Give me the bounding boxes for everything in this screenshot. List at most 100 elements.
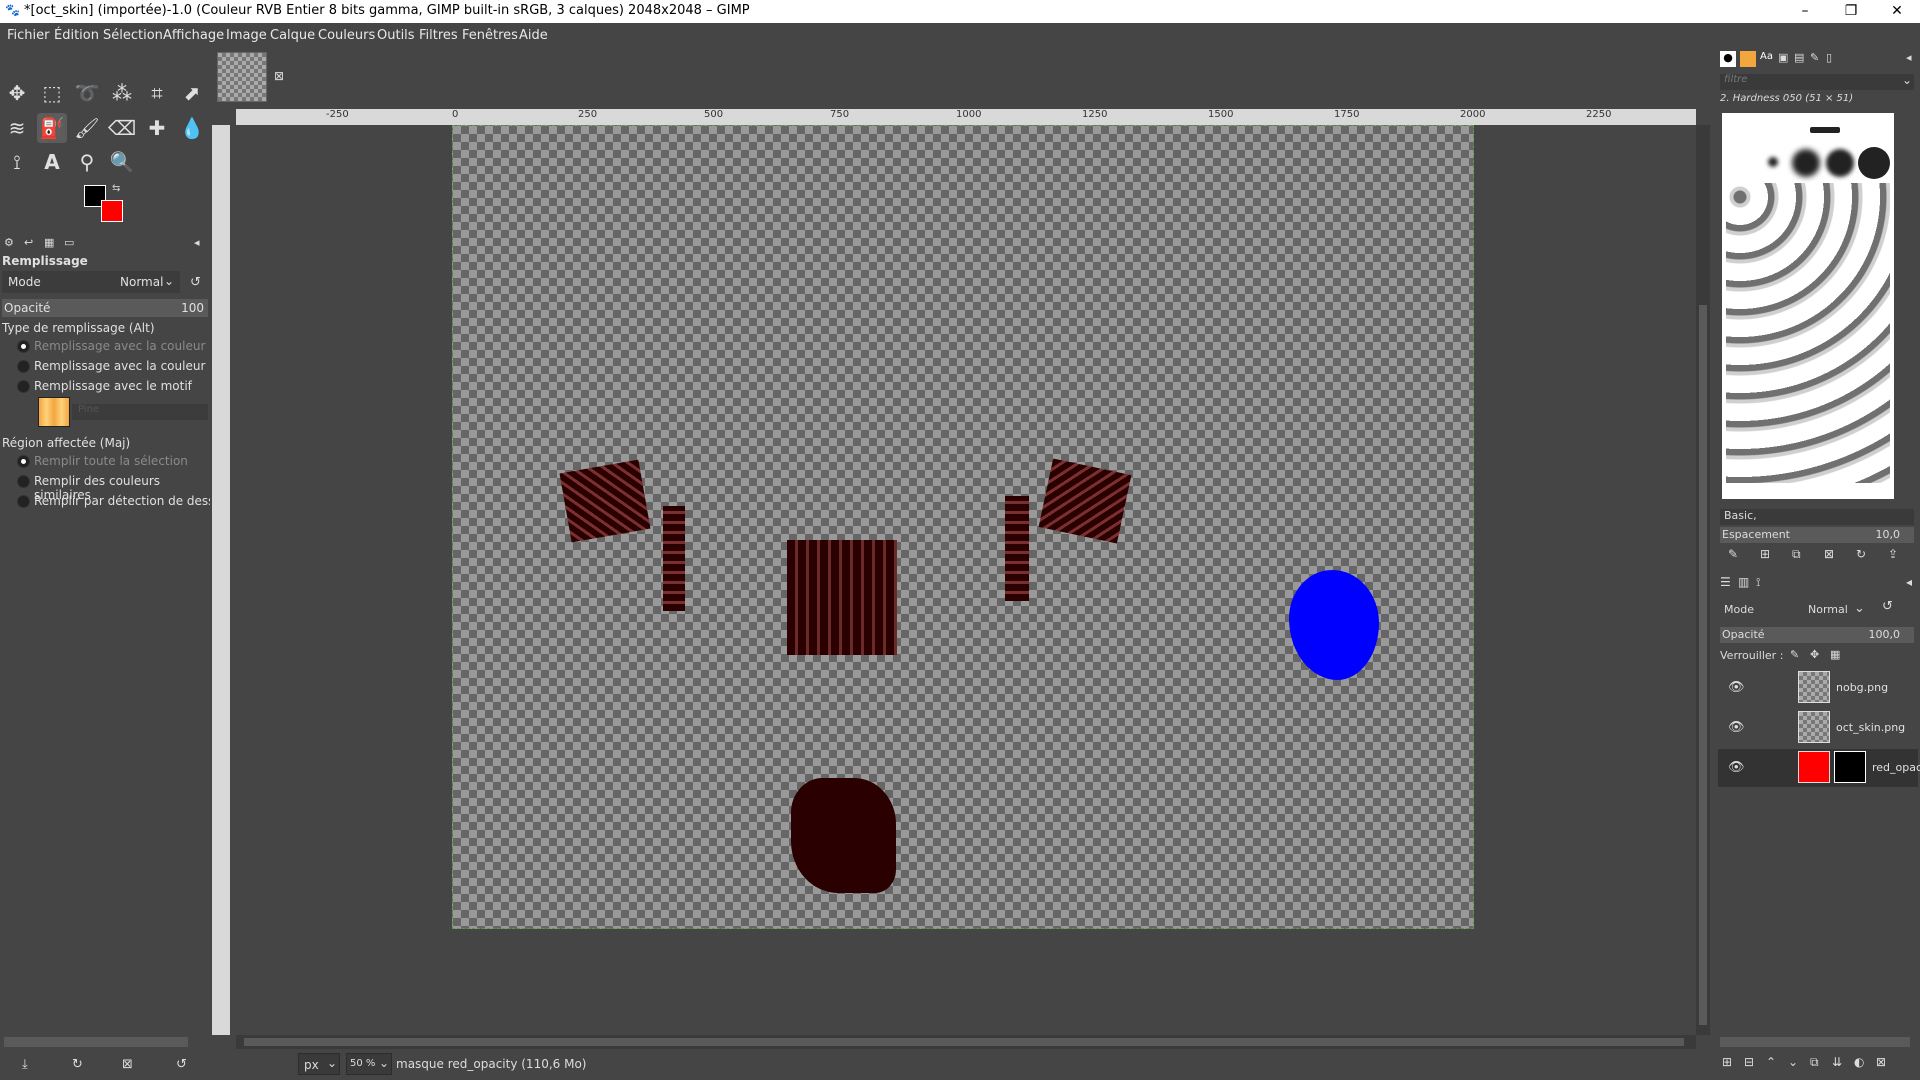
horizontal-scrollbar[interactable] <box>236 1035 1696 1049</box>
pattern-thumbnail[interactable] <box>38 397 70 427</box>
gradients-tab-icon[interactable]: ▯ <box>1826 51 1832 64</box>
open-brush-folder-icon[interactable]: ⇪ <box>1888 547 1898 561</box>
delete-brush-icon[interactable]: ⊠ <box>1824 547 1834 561</box>
brush-item[interactable] <box>1768 157 1778 167</box>
zoom-tool-icon[interactable]: 🔍 <box>107 147 137 177</box>
lock-position-icon[interactable]: ✥ <box>1810 648 1819 661</box>
lasso-tool-icon[interactable]: ➰ <box>72 78 102 108</box>
brush-filter-input[interactable]: filtre <box>1720 74 1914 90</box>
warp-tool-icon[interactable]: ≋ <box>2 113 32 143</box>
new-layer-icon[interactable]: ⊞ <box>1722 1055 1732 1069</box>
pattern-name-field[interactable]: Pine <box>72 404 208 420</box>
channels-tab-icon[interactable]: ▥ <box>1738 575 1749 589</box>
add-mask-icon[interactable]: ◐ <box>1854 1055 1864 1069</box>
restore-preset-icon[interactable]: ↻ <box>72 1057 83 1072</box>
toolbox-scrollbar[interactable] <box>4 1037 188 1047</box>
brush-item-selected[interactable] <box>1792 149 1820 177</box>
brush-grid[interactable] <box>1722 113 1894 499</box>
vertical-scrollbar[interactable] <box>1696 125 1710 1035</box>
fonts-tab-icon[interactable]: Aa <box>1760 51 1776 67</box>
new-group-icon[interactable]: ⊟ <box>1744 1055 1754 1069</box>
text-tool-icon[interactable]: A <box>37 147 67 177</box>
opacity-slider[interactable]: Opacité 100 <box>2 299 208 317</box>
merge-layer-icon[interactable]: ⇊ <box>1832 1055 1842 1069</box>
new-brush-icon[interactable]: ⊞ <box>1760 547 1770 561</box>
maximize-button[interactable]: ❐ <box>1828 0 1874 23</box>
menu-fenetres[interactable]: Fenêtres <box>462 28 518 43</box>
menu-filtres[interactable]: Filtres <box>419 28 458 43</box>
zoom-select[interactable]: 50 % ⌄ <box>346 1053 392 1075</box>
delete-preset-icon[interactable]: ⊠ <box>122 1057 133 1072</box>
reset-mode-icon[interactable]: ↺ <box>190 275 201 290</box>
image-canvas[interactable] <box>452 125 1474 929</box>
layer-opacity-slider[interactable]: Opacité 100,0 <box>1720 627 1914 643</box>
region-lineart-radio[interactable] <box>17 495 30 508</box>
fill-bg-radio[interactable] <box>17 360 30 373</box>
menu-edition[interactable]: Édition <box>54 28 99 43</box>
menu-outils[interactable]: Outils <box>377 28 415 43</box>
layer-mask-thumbnail[interactable] <box>1834 751 1866 783</box>
delete-layer-icon[interactable]: ⊠ <box>1876 1055 1886 1069</box>
tool-options-tab-icon[interactable]: ⚙ <box>4 236 14 249</box>
duplicate-brush-icon[interactable]: ⧉ <box>1792 547 1801 562</box>
paint-dynamics-tab-icon[interactable]: ✎ <box>1810 51 1819 64</box>
region-similar-radio[interactable] <box>17 475 30 488</box>
paintbrush-tool-icon[interactable]: 🖌 <box>72 113 102 143</box>
brush-item[interactable] <box>1826 149 1854 177</box>
refresh-brushes-icon[interactable]: ↻ <box>1856 547 1866 561</box>
reset-options-icon[interactable]: ↺ <box>176 1057 187 1072</box>
images-tab-icon[interactable]: ▦ <box>44 236 54 249</box>
brush-item[interactable] <box>1810 127 1840 133</box>
transform-tool-icon[interactable]: ⬈ <box>177 78 207 108</box>
duplicate-layer-icon[interactable]: ⧉ <box>1810 1055 1819 1070</box>
menu-calque[interactable]: Calque <box>270 28 315 43</box>
layer-row[interactable]: 👁 oct_skin.png <box>1718 709 1918 747</box>
menu-aide[interactable]: Aide <box>519 28 548 43</box>
menu-affichage[interactable]: Affichage <box>163 28 224 43</box>
close-tab-icon[interactable]: ⊠ <box>274 69 284 83</box>
close-button[interactable]: ✕ <box>1874 0 1920 23</box>
layers-tab-icon[interactable]: ☰ <box>1720 575 1731 589</box>
eye-icon[interactable]: 👁 <box>1728 720 1745 735</box>
raise-layer-icon[interactable]: ⌃ <box>1766 1055 1776 1069</box>
spacing-slider[interactable]: Espacement 10,0 <box>1720 527 1914 543</box>
brush-tag-input[interactable]: Basic, <box>1720 509 1914 525</box>
fill-pattern-radio[interactable] <box>17 380 30 393</box>
undo-history-tab-icon[interactable]: ↩ <box>24 236 33 249</box>
fill-fg-radio[interactable] <box>17 340 30 353</box>
chevron-down-icon[interactable]: ⌄ <box>1902 73 1912 87</box>
bucket-fill-tool-icon[interactable]: ⛽ <box>37 113 67 143</box>
lock-pixels-icon[interactable]: ✎ <box>1790 648 1799 661</box>
image-tab-thumbnail[interactable] <box>217 52 267 102</box>
color-picker-tool-icon[interactable]: ⚲ <box>72 147 102 177</box>
paths-tab-icon[interactable]: ⟟ <box>1756 575 1760 590</box>
swap-colors-icon[interactable]: ⇆ <box>112 183 120 194</box>
menu-image[interactable]: Image <box>226 28 267 43</box>
patterns-tab-icon[interactable] <box>1740 51 1756 67</box>
eraser-tool-icon[interactable]: ⌫ <box>107 113 137 143</box>
device-status-tab-icon[interactable]: ▭ <box>64 236 74 249</box>
reset-layer-mode-icon[interactable]: ↺ <box>1882 599 1893 614</box>
background-color-swatch[interactable] <box>101 200 123 222</box>
crop-tool-icon[interactable]: ⌗ <box>142 78 172 108</box>
brush-item[interactable] <box>1858 147 1890 179</box>
menu-couleurs[interactable]: Couleurs <box>318 28 375 43</box>
horizontal-scroll-thumb[interactable] <box>244 1038 1684 1046</box>
layers-scrollbar[interactable] <box>1720 1037 1910 1047</box>
eye-icon[interactable]: 👁 <box>1728 760 1745 775</box>
eye-icon[interactable]: 👁 <box>1728 680 1745 695</box>
lock-alpha-icon[interactable]: ▦ <box>1830 648 1840 661</box>
paths-tool-icon[interactable]: ⟟ <box>2 147 32 177</box>
panel-menu-icon[interactable]: ◂ <box>1906 51 1912 64</box>
save-preset-icon[interactable]: ⤓ <box>22 1057 28 1072</box>
edit-brush-icon[interactable]: ✎ <box>1728 547 1738 561</box>
smudge-tool-icon[interactable]: 💧 <box>177 113 207 143</box>
rect-select-tool-icon[interactable]: ⬚ <box>37 78 67 108</box>
move-tool-icon[interactable]: ✥ <box>2 78 32 108</box>
region-selection-radio[interactable] <box>17 455 30 468</box>
mode-row[interactable]: Mode Normal ⌄ <box>2 271 180 293</box>
templates-tab-icon[interactable]: ▤ <box>1794 51 1804 64</box>
panel-menu-icon[interactable]: ◂ <box>1906 575 1912 589</box>
document-history-tab-icon[interactable]: ▣ <box>1778 51 1788 64</box>
layer-row-selected[interactable]: 👁 red_opac <box>1718 749 1920 787</box>
